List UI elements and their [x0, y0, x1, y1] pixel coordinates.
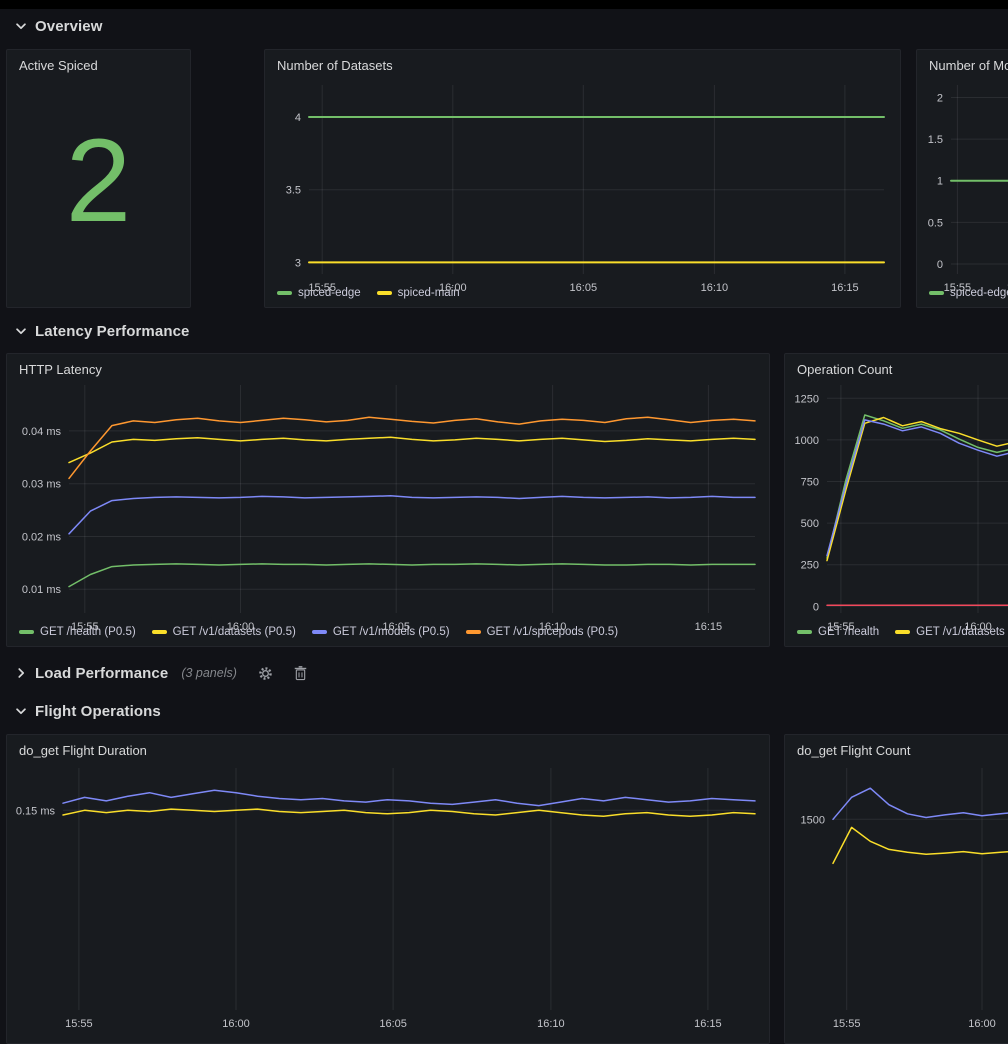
chevron-down-icon	[14, 704, 28, 718]
gear-icon[interactable]	[258, 666, 273, 681]
panel-number-of-models: Number of Models 00.511.5215:5516:0016:0…	[916, 49, 1008, 308]
chart-do-get-flight-duration[interactable]: 0.15 ms 15:55 16:00 16:05 16:10 16:15	[7, 760, 769, 1034]
panel-do-get-flight-duration: do_get Flight Duration 0.15 ms 15:55 16:00…	[6, 734, 770, 1044]
svg-text:0: 0	[937, 259, 943, 271]
section-title-flight-operations: Flight Operations	[35, 703, 161, 720]
panel-title[interactable]: do_get Flight Count	[785, 735, 1008, 760]
panels-count-note: (3 panels)	[181, 666, 237, 680]
chart-legend	[7, 1034, 769, 1043]
svg-text:15:55: 15:55	[833, 1018, 861, 1030]
svg-text:0.02 ms: 0.02 ms	[22, 532, 62, 544]
panel-operation-count: Operation Count 0 250 500 750 1000 1250 15:55 1…	[784, 353, 1008, 647]
svg-text:16:10: 16:10	[701, 282, 729, 294]
svg-text:750: 750	[801, 477, 819, 489]
svg-text:1250: 1250	[795, 393, 819, 405]
section-title-overview: Overview	[35, 18, 103, 35]
chart-operation-count[interactable]: 02505007501000125015:5516:0016:0516:1016…	[785, 379, 1008, 625]
svg-text:4: 4	[295, 112, 301, 124]
svg-text:1: 1	[937, 176, 943, 188]
svg-text:1000: 1000	[795, 435, 819, 447]
section-row-overview[interactable]: Overview	[14, 15, 103, 37]
stat-value: 2	[7, 75, 190, 307]
svg-text:0.5: 0.5	[928, 217, 943, 229]
svg-text:1500: 1500	[801, 814, 825, 826]
panel-title[interactable]: Number of Datasets	[265, 50, 900, 75]
panel-title[interactable]: HTTP Latency	[7, 354, 769, 379]
svg-text:16:00: 16:00	[968, 1018, 996, 1030]
chart-number-of-datasets[interactable]: 33.5415:5516:0016:0516:1016:15	[265, 75, 900, 286]
chart-number-of-models[interactable]: 00.511.5215:5516:0016:0516:1016:15	[917, 75, 1008, 286]
svg-text:15:55: 15:55	[65, 1018, 93, 1030]
svg-text:16:00: 16:00	[439, 282, 467, 294]
svg-text:1.5: 1.5	[928, 134, 943, 146]
svg-text:15:55: 15:55	[308, 282, 336, 294]
svg-text:16:00: 16:00	[964, 621, 992, 633]
section-title-load-performance: Load Performance	[35, 665, 168, 682]
svg-text:16:00: 16:00	[222, 1018, 250, 1030]
section-row-latency-performance[interactable]: Latency Performance	[14, 320, 189, 342]
svg-text:250: 250	[801, 560, 819, 572]
svg-text:0.03 ms: 0.03 ms	[22, 479, 62, 491]
svg-text:0.01 ms: 0.01 ms	[22, 584, 62, 596]
svg-text:0.04 ms: 0.04 ms	[22, 426, 62, 438]
svg-text:16:15: 16:15	[831, 282, 859, 294]
svg-text:3.5: 3.5	[286, 185, 301, 197]
svg-text:0: 0	[813, 601, 819, 613]
chart-legend	[785, 1034, 1008, 1043]
panel-title[interactable]: Active Spiced	[7, 50, 190, 75]
svg-text:16:05: 16:05	[379, 1018, 407, 1030]
panel-active-spiced: Active Spiced 2	[6, 49, 191, 308]
svg-text:500: 500	[801, 518, 819, 530]
top-bar	[0, 0, 1008, 9]
chart-http-latency[interactable]: 0.01 ms0.02 ms0.03 ms0.04 ms15:5516:0016…	[7, 379, 769, 625]
svg-text:2: 2	[937, 93, 943, 105]
panel-title[interactable]: do_get Flight Duration	[7, 735, 769, 760]
section-title-latency-performance: Latency Performance	[35, 323, 189, 340]
panel-title[interactable]: Operation Count	[785, 354, 1008, 379]
panel-title[interactable]: Number of Models	[917, 50, 1008, 75]
svg-text:16:10: 16:10	[537, 1018, 565, 1030]
chevron-down-icon	[14, 324, 28, 338]
svg-text:15:55: 15:55	[827, 621, 855, 633]
svg-text:16:05: 16:05	[570, 282, 598, 294]
svg-text:16:10: 16:10	[539, 621, 567, 633]
section-row-flight-operations[interactable]: Flight Operations	[14, 700, 161, 722]
panel-number-of-datasets: Number of Datasets 3 3.5 4 15:55 16:00 16:05 1…	[264, 49, 901, 308]
svg-text:15:55: 15:55	[944, 282, 972, 294]
svg-text:15:55: 15:55	[71, 621, 99, 633]
chart-do-get-flight-count[interactable]: 150015:5516:0016:0516:1016:15	[785, 760, 1008, 1034]
chevron-down-icon	[14, 19, 28, 33]
svg-text:16:05: 16:05	[382, 621, 410, 633]
panel-http-latency: HTTP Latency 0.01 ms 0.02 ms 0.03 ms 0.04 m…	[6, 353, 770, 647]
panel-do-get-flight-count: do_get Flight Count 150015:5516:0016:051…	[784, 734, 1008, 1044]
svg-text:16:15: 16:15	[695, 621, 723, 633]
svg-text:16:00: 16:00	[227, 621, 255, 633]
svg-text:3: 3	[295, 257, 301, 269]
section-row-load-performance[interactable]: Load Performance (3 panels)	[14, 662, 307, 684]
svg-text:0.15 ms: 0.15 ms	[16, 805, 56, 817]
trash-icon[interactable]	[294, 666, 307, 681]
chevron-right-icon	[14, 666, 28, 680]
svg-text:16:15: 16:15	[694, 1018, 722, 1030]
